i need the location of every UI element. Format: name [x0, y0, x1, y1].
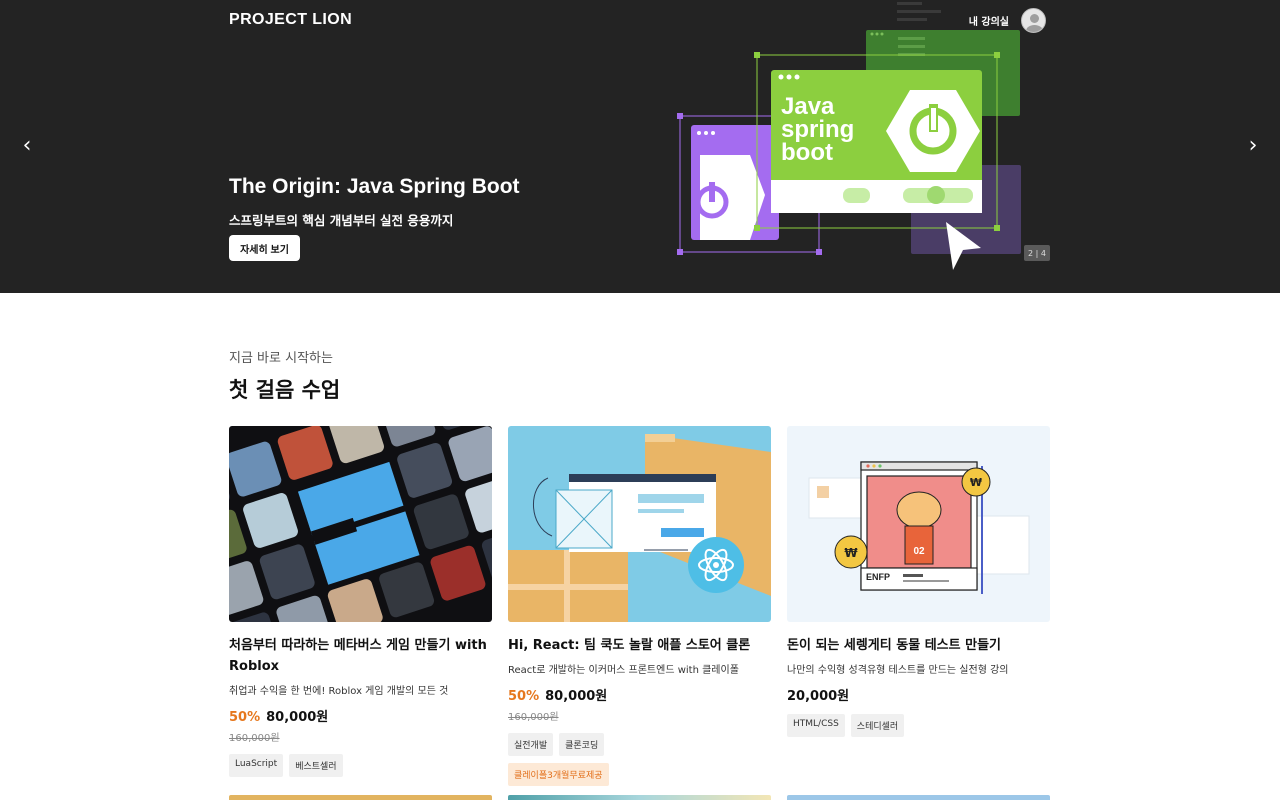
- tag: HTML/CSS: [787, 714, 845, 737]
- sale-price: 80,000원: [266, 710, 329, 725]
- course-desc: React로 개발하는 이커머스 프론트엔드 with 클레이폴: [508, 665, 739, 676]
- price-row: 50% 80,000원: [229, 706, 492, 725]
- course-title[interactable]: 처음부터 따라하는 메타버스 게임 만들기 with Roblox: [229, 635, 492, 677]
- section-header: 지금 바로 시작하는 첫 걸음 수업: [229, 347, 340, 404]
- course-desc: 취업과 수익을 한 번에! Roblox 게임 개발의 모든 것: [229, 686, 449, 697]
- hero-subtitle: 스프링부트의 핵심 개념부터 실전 응용까지: [229, 213, 454, 228]
- tag: 실전개발: [508, 733, 554, 756]
- discount-rate: 50%: [229, 710, 261, 725]
- hero-banner: PROJECT LION 내 강의실 ‹ › The Origin: Java …: [0, 0, 1280, 293]
- tag: 스테디셀러: [850, 714, 905, 737]
- thumb-badge: ENFP: [866, 572, 890, 582]
- course-card[interactable]: Hi, React: 팀 쿡도 놀랄 애플 스토어 클론 React로 개발하는…: [508, 426, 771, 786]
- tag-list: LuaScript 베스트셀러: [229, 754, 492, 777]
- price-row: 20,000원: [787, 685, 1050, 704]
- logo[interactable]: PROJECT LION: [229, 11, 352, 29]
- hero-title: The Origin: Java Spring Boot: [229, 175, 520, 198]
- details-button[interactable]: 자세히 보기: [229, 235, 300, 261]
- course-desc: 나만의 수익형 성격유형 테스트를 만드는 실전형 강의: [787, 665, 1009, 676]
- next-slide-icon[interactable]: ›: [1243, 135, 1263, 157]
- original-price: 160,000원: [229, 733, 280, 744]
- svg-text:₩: ₩: [844, 546, 858, 560]
- next-card-peek: [229, 795, 492, 800]
- prev-slide-icon[interactable]: ‹: [17, 135, 37, 157]
- next-card-peek: [508, 795, 771, 800]
- tag-list: 실전개발 클론코딩: [508, 733, 771, 756]
- course-title[interactable]: 돈이 되는 세렝게티 동물 테스트 만들기: [787, 635, 1050, 656]
- price-row: 50% 80,000원: [508, 685, 771, 704]
- art-word-boot: boot: [781, 139, 833, 166]
- tag: 클론코딩: [559, 733, 605, 756]
- svg-text:₩: ₩: [970, 476, 982, 489]
- thumb-number: 02: [913, 546, 925, 557]
- next-card-peek: [787, 795, 1050, 800]
- tag-list: HTML/CSS 스테디셀러: [787, 714, 1050, 737]
- tag: 베스트셀러: [289, 754, 343, 777]
- section-title: 첫 걸음 수업: [229, 378, 341, 402]
- course-thumbnail-react[interactable]: [508, 426, 771, 622]
- course-card[interactable]: 처음부터 따라하는 메타버스 게임 만들기 with Roblox 취업과 수익…: [175, 374, 537, 786]
- course-thumbnail-animal-test[interactable]: 02 ENFP ₩ ₩: [787, 426, 1050, 622]
- course-list: 처음부터 따라하는 메타버스 게임 만들기 with Roblox 취업과 수익…: [175, 374, 1050, 786]
- section-eyebrow: 지금 바로 시작하는: [229, 351, 333, 366]
- original-price: 160,000원: [508, 712, 559, 723]
- sale-price: 80,000원: [545, 689, 608, 704]
- course-title[interactable]: Hi, React: 팀 쿡도 놀랄 애플 스토어 클론: [508, 635, 771, 656]
- discount-rate: 50%: [508, 689, 540, 704]
- course-card[interactable]: 02 ENFP ₩ ₩ 돈이 되는 세렝게티 동물 테스트 만들기 나만의 수익…: [787, 426, 1050, 786]
- promo-badge: 클레이폴3개월무료제공: [508, 763, 609, 786]
- course-thumbnail-roblox[interactable]: [175, 374, 537, 668]
- tag: LuaScript: [229, 754, 284, 777]
- hero-illustration: Java spring boot: [677, 2, 1021, 270]
- sale-price: 20,000원: [787, 689, 850, 704]
